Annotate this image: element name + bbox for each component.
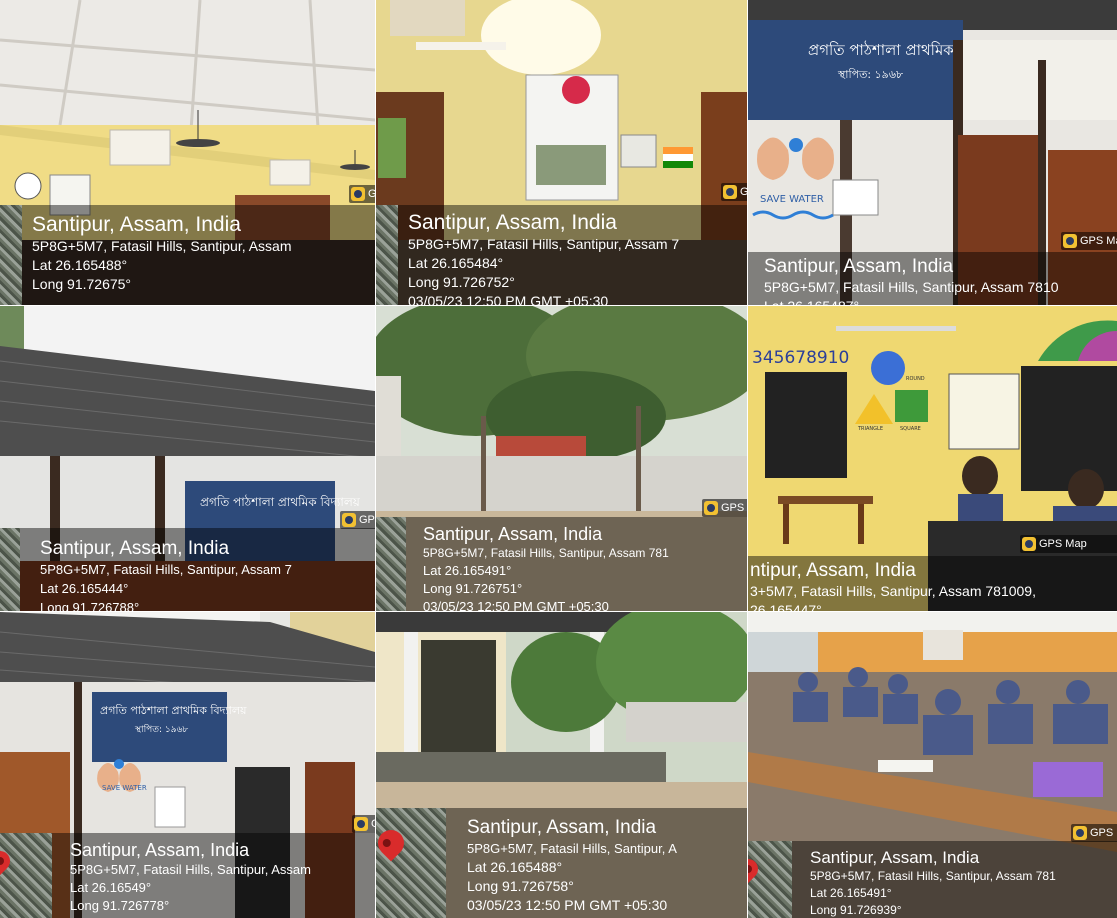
longitude: Long 91.726939° [810,903,902,917]
address: 5P8G+5M7, Fatasil Hills, Santipur, Assam… [764,279,1059,295]
place-name: Santipur, Assam, India [764,256,954,277]
map-thumbnail [748,841,792,918]
gps-stamp: Santipur, Assam, India 5P8G+5M7, Fatasil… [0,833,375,918]
gps-map-badge-label: GPS Map [1090,827,1117,839]
gps-stamp: ntipur, Assam, India 3+5M7, Fatasil Hill… [748,556,1117,611]
place-name: Santipur, Assam, India [423,524,603,544]
gps-map-badge-label: GPS Map [371,818,375,830]
timestamp: 03/05/23 12:50 PM GMT +05:30 [423,599,609,611]
gps-stamp: Santipur, Assam, India 5P8G+5M7, Fatasil… [376,808,747,918]
gps-map-badge: GPS Map [702,499,747,517]
place-name: Santipur, Assam, India [408,211,617,234]
numbers-strip: 345678910 [752,348,849,368]
place-name: Santipur, Assam, India [810,848,980,867]
gps-map-badge-label: GPS Map [359,514,375,526]
place-name: Santipur, Assam, India [40,538,230,559]
gps-map-camera-icon [704,501,718,515]
gps-map-camera-icon [351,187,365,201]
shape-label-round: ROUND [906,376,925,382]
gps-map-badge: GPS Map [340,511,375,529]
gps-map-badge-label: GPS Map [721,502,747,514]
save-water-text: SAVE WATER [102,784,147,792]
signboard-year: স্থাপিত: ১৯৬৮ [134,724,188,735]
latitude: Lat 26.165444° [40,581,129,596]
map-thumbnail [376,517,406,611]
gps-map-camera-icon [1063,234,1077,248]
photo-classroom-ceiling: GPS Map Santipur, Assam, India 5P8G+5M7,… [0,0,375,305]
map-thumbnail [0,833,52,918]
gps-map-camera-icon [723,185,737,199]
gps-stamp: Santipur, Assam, India 5P8G+5M7, Fatasil… [748,841,1117,918]
latitude: Lat 26.165484° [408,255,504,271]
address: 5P8G+5M7, Fatasil Hills, Santipur, A [467,841,677,856]
gps-stamp: Santipur, Assam, India 5P8G+5M7, Fatasil… [748,252,1117,305]
shape-label-triangle: TRIANGLE [857,426,883,432]
gps-stamp: Santipur, Assam, India 5P8G+5M7, Fatasil… [0,528,375,611]
photo-school-veranda: Santipur, Assam, India 5P8G+5M7, Fatasil… [376,612,747,918]
address: 5P8G+5M7, Fatasil Hills, Santipur, Assam… [40,562,292,577]
gps-stamp: Santipur, Assam, India 5P8G+5M7, Fatasil… [376,517,747,611]
gps-map-badge: GPS Map [1071,824,1117,842]
map-thumbnail [376,808,446,918]
place-name: Santipur, Assam, India [32,213,241,236]
latitude: Lat 26.165488° [32,257,128,273]
gps-map-badge: GPS Map [1020,535,1117,553]
longitude: Long 91.72675° [32,276,132,292]
gps-stamp: Santipur, Assam, India 5P8G+5M7, Fatasil… [0,205,375,305]
photo-school-signboard: প্ৰগতি পাঠশালা প্ৰাথমিক বিদ্যালয় স্থাপি… [748,0,1117,305]
gps-map-badge: GPS Map [349,185,375,203]
signboard-title: প্ৰগতি পাঠশালা প্ৰাথমিক বিদ্যালয় [100,704,247,717]
gps-map-camera-icon [1022,537,1036,551]
save-water-text: SAVE WATER [760,194,824,205]
longitude: Long 91.726788° [40,600,140,611]
shape-label-square: SQUARE [900,426,921,432]
signboard-year: স্থাপিত: ১৯৬৮ [837,68,903,81]
gps-map-badge: GPS Map [1061,232,1117,250]
gps-map-badge-label: GPS Map [1039,538,1087,550]
gps-map-badge-label: GPS Map [1080,235,1117,247]
latitude: Lat 26.165487° [764,297,1059,305]
map-thumbnail [0,528,20,611]
gps-map-badge: GPS Map [352,815,375,833]
gps-map-badge-label: GPS Map [740,186,747,198]
address: 5P8G+5M7, Fatasil Hills, Santipur, Assam [70,862,311,877]
longitude: Long 91.726751° [423,581,523,596]
place-name: Santipur, Assam, India [70,840,250,860]
photo-students-at-desks: GPS Map Santipur, Assam, India 5P8G+5M7,… [748,612,1117,918]
latitude: Lat 26.165491° [810,886,892,900]
place-name: ntipur, Assam, India [750,560,916,581]
longitude: Long 91.726758° [467,878,574,894]
latitude: Lat 26.16549° [70,880,152,895]
photo-wall-poster-flag: GPS Map Santipur, Assam, India 5P8G+5M7,… [376,0,747,305]
address: 3+5M7, Fatasil Hills, Santipur, Assam 78… [750,583,1036,599]
latitude: Lat 26.165491° [423,563,512,578]
longitude: Long 91.726778° [70,898,170,913]
map-thumbnail [0,205,22,305]
latitude: Lat 26.165488° [467,859,563,875]
place-name: Santipur, Assam, India [467,817,657,838]
gps-map-badge-label: GPS Map [368,188,375,200]
address: 5P8G+5M7, Fatasil Hills, Santipur, Assam… [408,236,680,252]
gps-map-badge: GPS Map [721,183,747,201]
photo-school-building-front: প্ৰগতি পাঠশালা প্ৰাথমিক বিদ্যালয় স্থাপি… [0,612,375,918]
address: 5P8G+5M7, Fatasil Hills, Santipur, Assam… [810,869,1056,883]
timestamp: 03/05/23 12:50 PM GMT +05:30 [408,293,609,305]
address: 5P8G+5M7, Fatasil Hills, Santipur, Assam… [423,546,669,560]
map-thumbnail [376,205,398,305]
address: 5P8G+5M7, Fatasil Hills, Santipur, Assam [32,238,292,254]
gps-map-camera-icon [1073,826,1087,840]
photo-school-yard-trees: GPS Map Santipur, Assam, India 5P8G+5M7,… [376,306,747,611]
latitude: 26.165447° [750,602,822,611]
photo-classroom-wall-shapes: 345678910 ROUND TRIANGLE SQUARE GPS Map … [748,306,1117,611]
gps-map-camera-icon [342,513,356,527]
photo-school-roof: প্ৰগতি পাঠশালা প্ৰাথমিক বিদ্যালয় GPS Ma… [0,306,375,611]
gps-map-camera-icon [354,817,368,831]
signboard-title: প্ৰগতি পাঠশালা প্ৰাথমিক বিদ্যালয় [200,495,361,509]
timestamp: 03/05/23 12:50 PM GMT +05:30 [467,897,668,913]
gps-stamp: Santipur, Assam, India 5P8G+5M7, Fatasil… [376,205,747,305]
longitude: Long 91.726752° [408,274,515,290]
